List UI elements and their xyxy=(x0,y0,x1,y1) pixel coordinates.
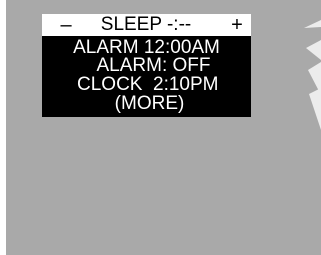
light-ray-3 xyxy=(308,62,321,95)
alarm-status-readout[interactable]: ALARM: OFF xyxy=(42,56,251,75)
clock-time-readout[interactable]: CLOCK 2:10PM xyxy=(77,75,219,94)
increase-button[interactable]: + xyxy=(230,14,244,36)
more-menu-item[interactable]: (MORE) xyxy=(42,94,251,113)
lcd-display: – SLEEP -:-- + ALARM 12:00AM ALARM: OFF … xyxy=(42,14,251,117)
light-ray-2 xyxy=(306,40,321,60)
light-ray-1 xyxy=(304,20,321,28)
decrease-button[interactable]: – xyxy=(59,14,73,36)
sleep-timer-bar: – SLEEP -:-- + xyxy=(42,14,251,36)
clock-radio-panel: – SLEEP -:-- + ALARM 12:00AM ALARM: OFF … xyxy=(6,0,321,255)
light-ray-4 xyxy=(309,88,321,130)
sleep-timer-label: SLEEP -:-- xyxy=(100,14,192,35)
